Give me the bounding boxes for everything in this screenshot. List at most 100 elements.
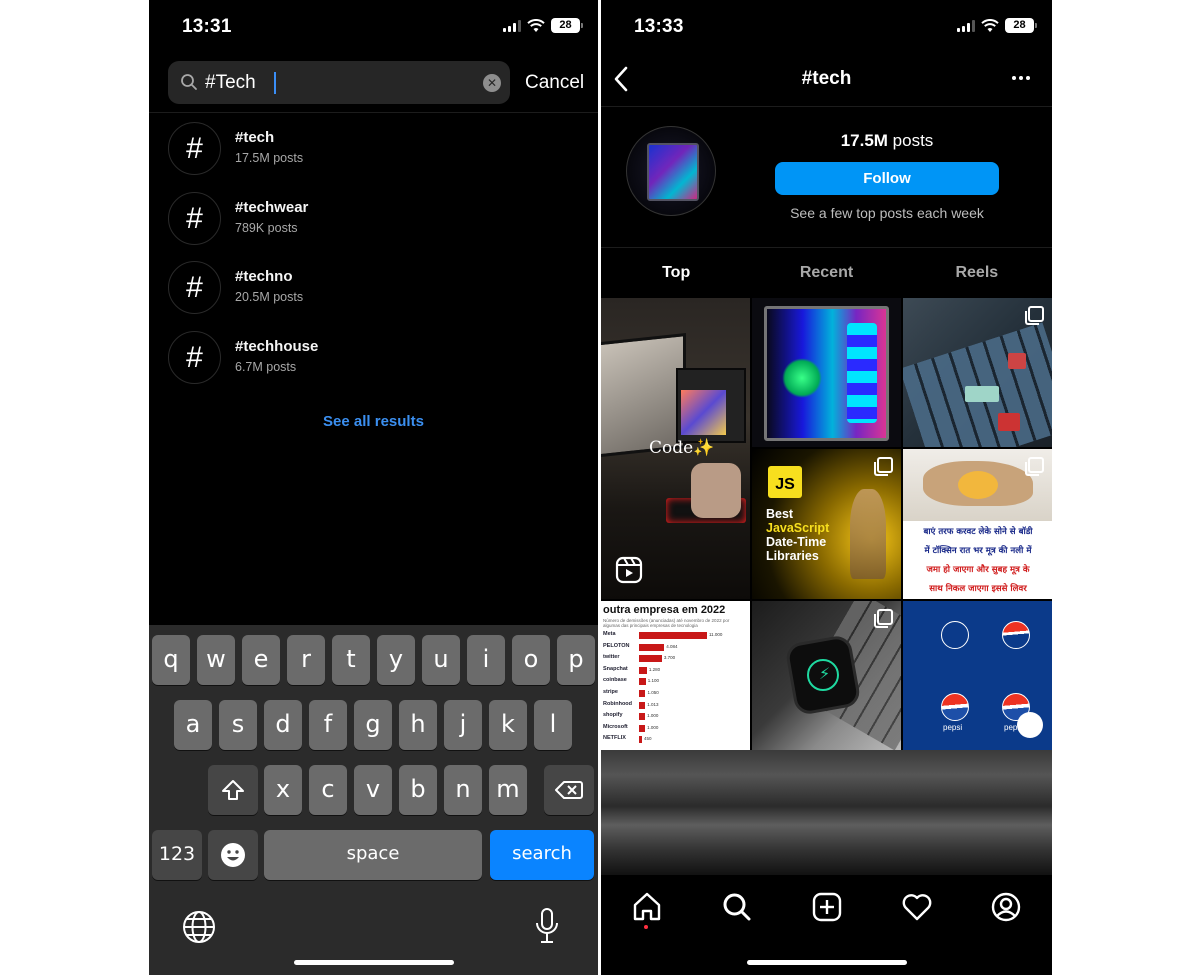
post-thumbnail[interactable]: ⚡ [752,601,901,750]
divider [601,106,1052,107]
more-options-icon[interactable] [1012,76,1030,80]
chart-row: Microsoft 1.000 [603,723,749,735]
tab-recent[interactable]: Recent [751,248,901,298]
search-icon[interactable] [721,891,753,923]
tab-reels[interactable]: Reels [902,248,1052,298]
post-thumbnail[interactable] [903,298,1052,447]
post-text: जमा हो जाएगा और सुबह मूत्र के [926,565,1030,575]
pepsi-logo-text: pepsi [943,723,963,732]
chart-value: 3.700 [663,655,676,661]
hashtag-icon: # [168,261,221,314]
globe-icon[interactable] [182,910,216,944]
bottom-tab-bar [601,875,1052,975]
key-w[interactable]: w [197,635,235,685]
wifi-icon [527,18,545,32]
cancel-button[interactable]: Cancel [525,72,584,94]
see-all-results-link[interactable]: See all results [149,413,598,430]
chart-row: shopify 1.000 [603,711,749,723]
key-r[interactable]: r [287,635,325,685]
key-k[interactable]: k [489,700,527,750]
post-thumbnail[interactable]: JS Best JavaScript Date-Time Libraries [752,449,901,599]
space-key[interactable]: space [264,830,482,880]
key-o[interactable]: o [512,635,550,685]
search-result-item[interactable]: # #techno 20.5M posts [168,261,568,315]
shift-key[interactable] [208,765,258,815]
key-j[interactable]: j [444,700,482,750]
key-l[interactable]: l [534,700,572,750]
post-subtitle: Número de demissões (anunciadas) até nov… [603,618,730,628]
key-t[interactable]: t [332,635,370,685]
post-thumbnail[interactable]: pepsi pepsi [903,601,1052,750]
post-thumbnail[interactable]: Code✨ [601,298,750,599]
key-u[interactable]: u [422,635,460,685]
result-hashtag-name: #tech [235,129,275,146]
key-s[interactable]: s [219,700,257,750]
profile-icon[interactable] [990,891,1022,923]
microphone-icon[interactable] [534,907,560,945]
delete-key[interactable] [544,765,594,815]
result-hashtag-name: #techwear [235,199,309,216]
chart-label: stripe [603,688,618,695]
post-thumbnail[interactable]: बाएं तरफ करवट लेके सोने से बॉडी में टॉक्… [903,449,1052,599]
post-text: बाएं तरफ करवट लेके सोने से बॉडी [923,527,1033,537]
chart-bar [639,724,646,732]
key-h[interactable]: h [399,700,437,750]
chart-value: 4.084 [666,643,678,649]
status-bar: 13:33 28 [601,0,1052,56]
key-g[interactable]: g [354,700,392,750]
loading-posts-area [601,750,1052,875]
key-f[interactable]: f [309,700,347,750]
tab-top[interactable]: Top [601,248,751,298]
shift-icon [222,780,244,800]
chart-bar [639,632,707,639]
home-icon[interactable] [631,891,663,923]
key-e[interactable]: e [242,635,280,685]
key-q[interactable]: q [152,635,190,685]
key-n[interactable]: n [444,765,482,815]
search-key[interactable]: search [490,830,594,880]
chart-value: 11.000 [709,632,723,637]
follow-button[interactable]: Follow [775,162,999,195]
emoji-icon [221,843,245,867]
key-b[interactable]: b [399,765,437,815]
follow-subtitle: See a few top posts each week [790,205,984,221]
chart-bar [639,713,646,721]
chart-bar [639,643,665,651]
result-post-count: 20.5M posts [235,290,304,304]
chart-row: NETFLIX 450 [603,734,749,746]
status-bar: 13:31 28 [149,0,598,56]
clear-search-button[interactable]: ✕ [483,74,501,92]
search-result-item[interactable]: # #techhouse 6.7M posts [168,331,568,385]
key-c[interactable]: c [309,765,347,815]
search-result-item[interactable]: # #tech 17.5M posts [168,122,568,176]
battery-icon: 28 [551,18,583,33]
key-v[interactable]: v [354,765,392,815]
key-x[interactable]: x [264,765,302,815]
hashtag-icon: # [168,331,221,384]
key-p[interactable]: p [557,635,595,685]
text-cursor [274,72,276,94]
post-thumbnail[interactable] [752,298,901,447]
search-input-container[interactable]: ✕ [168,61,510,104]
search-input[interactable] [205,61,465,104]
key-a[interactable]: a [174,700,212,750]
numbers-key[interactable]: 123 [152,830,202,880]
wifi-icon [981,18,999,32]
heart-icon[interactable] [901,891,933,923]
post-thumbnail[interactable]: outra empresa em 2022 Número de demissõe… [601,601,750,750]
key-i[interactable]: i [467,635,505,685]
hashtag-icon: # [168,122,221,175]
create-post-icon[interactable] [811,891,843,923]
chart-label: Snapchat [603,665,628,672]
post-text: Best [766,507,794,521]
touch-indicator [1017,712,1043,738]
carousel-icon [1025,306,1044,325]
search-result-item[interactable]: # #techwear 789K posts [168,192,568,246]
emoji-key[interactable] [208,830,258,880]
post-text: Libraries [766,549,819,563]
key-y[interactable]: y [377,635,415,685]
chart-row: Robinhood 1.013 [603,700,749,712]
key-d[interactable]: d [264,700,302,750]
key-m[interactable]: m [489,765,527,815]
chart-bar [639,736,642,744]
